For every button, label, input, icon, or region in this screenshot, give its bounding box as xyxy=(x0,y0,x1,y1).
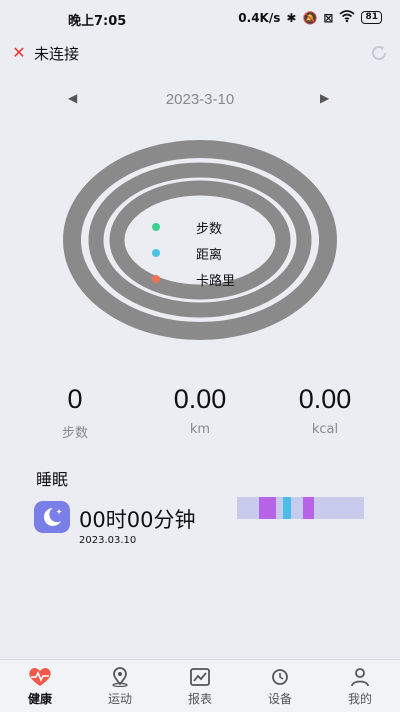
battery-indicator: 81 xyxy=(361,11,382,24)
status-indicators: 0.4K/s ✱ 🔕 ⊠ 81 xyxy=(238,10,382,25)
tab-label: 报表 xyxy=(187,692,212,706)
bluetooth-icon: ✱ xyxy=(286,10,297,25)
disconnected-icon: ✕ xyxy=(12,43,26,62)
date-navigator: ◀ 2023-3-10 ▶ xyxy=(0,88,400,114)
steps-dot xyxy=(152,223,160,231)
stats-row: 0 步数 0.00 km 0.00 kcal xyxy=(0,380,400,441)
bottom-tab-bar: 健康 运动 报表 设备 我的 xyxy=(0,659,400,712)
legend-steps: 步数 xyxy=(150,214,270,240)
status-bar: 晚上7:05 0.4K/s ✱ 🔕 ⊠ 81 xyxy=(0,0,400,36)
sleep-duration: 00时00分钟 xyxy=(79,508,196,532)
sleep-section-title: 睡眠 xyxy=(36,470,69,489)
tab-label: 设备 xyxy=(267,692,292,706)
next-day-button[interactable]: ▶ xyxy=(320,91,329,105)
moon-icon[interactable] xyxy=(34,501,70,533)
tab-device[interactable]: 设备 xyxy=(240,660,320,712)
calories-unit: kcal xyxy=(311,422,339,437)
wifi-icon xyxy=(339,10,355,25)
tab-label: 我的 xyxy=(347,692,372,706)
tab-health[interactable]: 健康 xyxy=(0,660,80,712)
tab-report[interactable]: 报表 xyxy=(160,660,240,712)
sim-icon: ⊠ xyxy=(323,10,334,25)
sleep-date: 2023.03.10 xyxy=(79,535,137,546)
legend-label: 卡路里 xyxy=(196,274,236,289)
status-time: 晚上7:05 xyxy=(68,14,127,29)
rings-legend: 步数 距离 卡路里 xyxy=(150,214,270,292)
calories-value: 0.00 xyxy=(298,384,352,414)
tab-mine[interactable]: 我的 xyxy=(320,660,400,712)
stat-calories: 0.00 kcal xyxy=(275,380,375,437)
distance-unit: km xyxy=(189,422,211,437)
distance-dot xyxy=(152,249,160,257)
tab-label: 健康 xyxy=(27,692,52,706)
header: ✕ 未连接 xyxy=(0,36,400,70)
stat-steps: 0 步数 xyxy=(25,380,125,441)
sleep-segment-deep xyxy=(259,497,276,519)
legend-distance: 距离 xyxy=(150,240,270,266)
connection-status: 未连接 xyxy=(34,45,80,63)
stat-distance: 0.00 km xyxy=(150,380,250,437)
chart-icon xyxy=(190,668,210,686)
legend-label: 距离 xyxy=(196,248,223,263)
user-icon xyxy=(351,668,369,687)
distance-value: 0.00 xyxy=(173,384,227,414)
sleep-segment-awake xyxy=(283,497,291,519)
refresh-icon[interactable] xyxy=(370,44,388,62)
watch-icon xyxy=(272,669,288,685)
calories-dot xyxy=(152,275,160,283)
tab-label: 运动 xyxy=(107,692,132,706)
tab-sport[interactable]: 运动 xyxy=(80,660,160,712)
legend-calories: 卡路里 xyxy=(150,266,270,292)
steps-value: 0 xyxy=(67,384,83,414)
sleep-segment-deep xyxy=(303,497,314,519)
network-speed: 0.4K/s xyxy=(238,10,281,25)
current-date: 2023-3-10 xyxy=(165,91,235,108)
mute-icon: 🔕 xyxy=(302,10,318,25)
steps-unit: 步数 xyxy=(61,426,88,441)
legend-label: 步数 xyxy=(196,222,223,237)
location-pin-icon xyxy=(112,667,128,687)
sleep-timeline[interactable] xyxy=(237,497,364,519)
heart-pulse-icon xyxy=(29,668,51,686)
